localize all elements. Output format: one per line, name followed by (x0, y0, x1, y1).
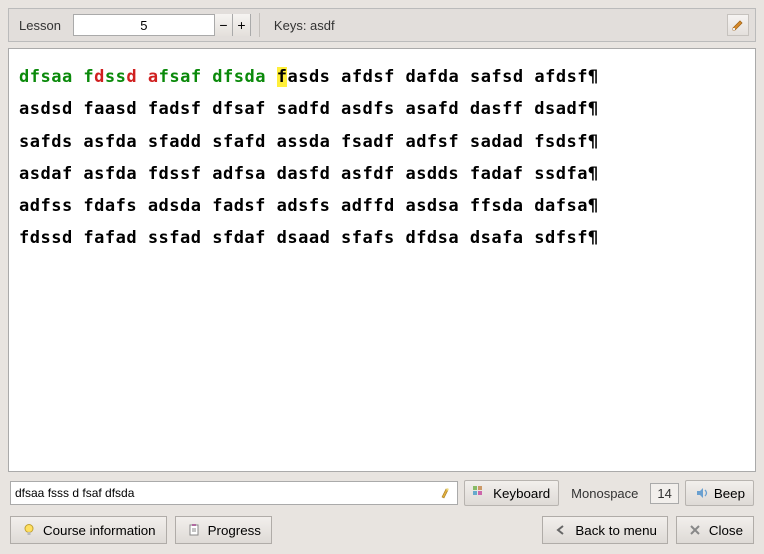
back-label: Back to menu (575, 523, 657, 538)
bottom-bar: Course information Progress Back to menu… (8, 514, 756, 546)
keyboard-toggle-button[interactable]: Keyboard (464, 480, 559, 506)
font-size-value[interactable]: 14 (650, 483, 678, 504)
lesson-token: d (94, 67, 105, 87)
lesson-token: safds asfda sfadd sfafd assda fsadf adfs… (19, 132, 588, 152)
beep-toggle-button[interactable]: Beep (685, 480, 754, 506)
lesson-token: fdssd fafad ssfad sfdaf dsaad sfafs dfds… (19, 228, 588, 248)
lesson-line: fdssd fafad ssfad sfdaf dsaad sfafs dfds… (19, 222, 745, 254)
lesson-increment-button[interactable]: + (232, 14, 250, 36)
lesson-line: asdaf asfda fdssf adfsa dasfd asfdf asdd… (19, 158, 745, 190)
lesson-token: dfsaa (19, 67, 83, 87)
beep-label: Beep (714, 486, 745, 501)
clipboard-icon (186, 522, 202, 538)
lesson-line: safds asfda sfadd sfafd assda fsadf adfs… (19, 126, 745, 158)
sound-icon (694, 485, 710, 501)
lesson-token: asdsd faasd fadsf dfsaf sadfd asdfs asaf… (19, 99, 588, 119)
lesson-token: fsaf dfsda (159, 67, 277, 87)
lesson-token: f (83, 67, 94, 87)
close-label: Close (709, 523, 743, 538)
lesson-line: dfsaa fdssd afsaf dfsda fasds afdsf dafd… (19, 61, 745, 93)
keys-label: Keys: asdf (268, 18, 719, 33)
pencil-icon (731, 18, 745, 32)
lesson-token: asdaf asfda fdssf adfsa dasfd asfdf asdd… (19, 164, 588, 184)
separator (259, 13, 260, 37)
pilcrow-icon: ¶ (588, 99, 599, 119)
input-row: Keyboard Monospace 14 Beep (8, 478, 756, 508)
course-information-button[interactable]: Course information (10, 516, 167, 544)
back-to-menu-button[interactable]: Back to menu (542, 516, 668, 544)
lightbulb-icon (21, 522, 37, 538)
pilcrow-icon: ¶ (588, 67, 599, 87)
lesson-decrement-button[interactable]: − (214, 14, 232, 36)
back-arrow-icon (553, 522, 569, 538)
keyboard-icon (473, 485, 489, 501)
course-information-label: Course information (43, 523, 156, 538)
font-name-label[interactable]: Monospace (565, 486, 644, 501)
close-button[interactable]: Close (676, 516, 754, 544)
keyboard-label: Keyboard (493, 486, 550, 501)
lesson-number-input[interactable] (74, 18, 214, 33)
progress-button[interactable]: Progress (175, 516, 272, 544)
lesson-text-area: dfsaa fdssd afsaf dfsda fasds afdsf dafd… (8, 48, 756, 472)
lesson-line: adfss fdafs adsda fadsf adsfs adffd asds… (19, 190, 745, 222)
pilcrow-icon: ¶ (588, 228, 599, 248)
edit-lesson-button[interactable] (727, 14, 749, 36)
clear-input-icon[interactable] (439, 486, 453, 500)
pilcrow-icon: ¶ (588, 132, 599, 152)
lesson-token: adfss fdafs adsda fadsf adsfs adffd asds… (19, 196, 588, 216)
lesson-label: Lesson (15, 18, 65, 33)
pilcrow-icon: ¶ (588, 196, 599, 216)
lesson-token: f (277, 67, 288, 87)
progress-label: Progress (208, 523, 261, 538)
typing-input-wrapper (10, 481, 458, 505)
close-icon (687, 522, 703, 538)
lesson-spinbox[interactable]: − + (73, 14, 251, 36)
top-bar: Lesson − + Keys: asdf (8, 8, 756, 42)
pilcrow-icon: ¶ (588, 164, 599, 184)
lesson-line: asdsd faasd fadsf dfsaf sadfd asdfs asaf… (19, 93, 745, 125)
typing-input[interactable] (15, 486, 439, 500)
lesson-token: asds afdsf dafda safsd afdsf (287, 67, 588, 87)
lesson-token: ss (105, 67, 126, 87)
lesson-token: d a (126, 67, 158, 87)
